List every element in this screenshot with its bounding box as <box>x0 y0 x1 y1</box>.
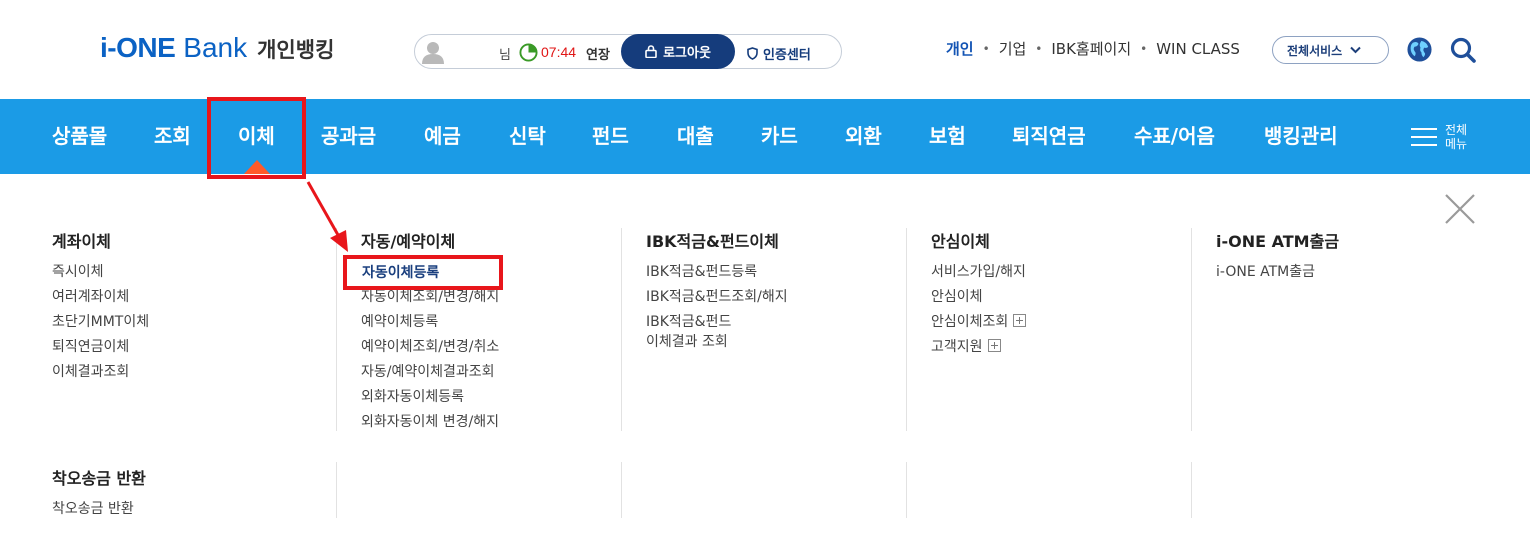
menu-link-ione-atm-withdrawal[interactable]: i-ONE ATM출금 <box>1216 260 1315 285</box>
menu-link-savings-fund-manage[interactable]: IBK적금&펀드조회/해지 <box>646 285 788 310</box>
logo-personal-banking-text: 개인뱅킹 <box>257 38 335 62</box>
menu-heading-ibk-savings-fund-transfer[interactable]: IBK적금&펀드이체 <box>646 228 779 252</box>
user-avatar-icon <box>422 42 444 64</box>
search-icon[interactable] <box>1449 36 1477 64</box>
gnb-item-retirement-pension[interactable]: 퇴직연금 <box>1012 120 1086 149</box>
menu-heading-auto-scheduled-transfer[interactable]: 자동/예약이체 <box>361 228 455 252</box>
timer-icon <box>519 43 538 62</box>
menu-link-scheduled-transfer-manage[interactable]: 예약이체조회/변경/취소 <box>361 335 499 360</box>
customer-support-label: 고객지원 <box>931 339 983 355</box>
menu-link-transfer-result[interactable]: 이체결과조회 <box>52 360 129 385</box>
menu-link-mmt-transfer[interactable]: 초단기MMT이체 <box>52 310 149 335</box>
extend-session-button[interactable]: 연장 <box>586 44 610 63</box>
top-link-business[interactable]: 기업 <box>999 38 1027 59</box>
menu-link-instant-transfer[interactable]: 즉시이체 <box>52 260 104 285</box>
top-bar: i-ONE Bank 개인뱅킹 님 07:44 연장 로그아웃 인증센터 개인 … <box>0 0 1530 99</box>
safe-transfer-inquiry-label: 안심이체조회 <box>931 314 1009 330</box>
menu-heading-mistaken-remittance-return[interactable]: 착오송금 반환 <box>52 465 146 489</box>
menu-heading-account-transfer[interactable]: 계좌이체 <box>52 228 111 252</box>
shield-icon <box>747 47 758 60</box>
user-suffix: 님 <box>499 48 511 63</box>
gnb-item-deposit[interactable]: 예금 <box>424 120 461 149</box>
hamburger-icon <box>1411 127 1437 147</box>
menu-link-safe-transfer[interactable]: 안심이체 <box>931 285 983 310</box>
menu-link-savings-fund-register[interactable]: IBK적금&펀드등록 <box>646 260 757 285</box>
gnb-item-checks-bills[interactable]: 수표/어음 <box>1134 120 1215 149</box>
menu-link-safe-transfer-inquiry[interactable]: 안심이체조회 <box>931 310 1027 335</box>
all-menu-label: 전체 메뉴 <box>1445 123 1468 151</box>
ione-bank-logo[interactable]: i-ONE Bank 개인뱅킹 <box>100 32 334 64</box>
top-link-personal[interactable]: 개인 <box>946 38 974 59</box>
menu-link-savings-fund-result-line2[interactable]: 이체결과 조회 <box>646 330 728 355</box>
all-menu-button[interactable]: 전체 메뉴 <box>1411 123 1473 151</box>
transfer-tab-highlight-box <box>207 97 306 179</box>
menu-link-fx-auto-transfer-manage[interactable]: 외화자동이체 변경/해지 <box>361 410 499 435</box>
menu-link-service-join-cancel[interactable]: 서비스가입/해지 <box>931 260 1026 285</box>
expand-plus-icon[interactable] <box>987 339 1001 352</box>
gnb-item-fund[interactable]: 펀드 <box>592 120 629 149</box>
column-divider <box>1191 228 1192 431</box>
gnb-item-banking-management[interactable]: 뱅킹관리 <box>1264 120 1338 149</box>
highlighted-menu-link-auto-transfer-register[interactable]: 자동이체등록 <box>362 262 440 282</box>
menu-link-mistaken-remittance-return[interactable]: 착오송금 반환 <box>52 497 134 522</box>
globe-icon[interactable] <box>1406 36 1433 63</box>
column-divider <box>621 228 622 431</box>
logo-ione-text: i-ONE <box>100 32 176 63</box>
gnb-item-utility-bills[interactable]: 공과금 <box>321 120 376 149</box>
column-divider <box>1191 462 1192 518</box>
gnb-item-product-mall[interactable]: 상품몰 <box>52 120 107 149</box>
column-divider <box>336 462 337 518</box>
menu-heading-ione-atm-withdrawal[interactable]: i-ONE ATM출금 <box>1216 228 1339 252</box>
session-box: 님 07:44 연장 로그아웃 인증센터 <box>414 34 842 69</box>
logout-label: 로그아웃 <box>663 46 711 61</box>
chevron-down-icon <box>1350 46 1361 54</box>
menu-heading-safe-transfer[interactable]: 안심이체 <box>931 228 990 252</box>
top-links: 개인 • 기업 • IBK홈페이지 • WIN CLASS <box>946 38 1240 59</box>
separator-dot: • <box>982 41 990 56</box>
all-services-label: 전체서비스 <box>1287 43 1343 58</box>
separator-dot: • <box>1140 41 1148 56</box>
menu-link-customer-support[interactable]: 고객지원 <box>931 335 1001 360</box>
gnb-item-inquiry[interactable]: 조회 <box>154 120 191 149</box>
menu-link-multi-account-transfer[interactable]: 여러계좌이체 <box>52 285 129 310</box>
gnb-item-card[interactable]: 카드 <box>761 120 798 149</box>
cert-center-button[interactable]: 인증센터 <box>747 44 811 63</box>
session-timer: 07:44 <box>541 44 577 60</box>
close-icon[interactable] <box>1444 193 1476 225</box>
gnb-item-insurance[interactable]: 보험 <box>929 120 966 149</box>
lock-icon <box>645 45 657 58</box>
menu-link-pension-transfer[interactable]: 퇴직연금이체 <box>52 335 129 360</box>
gnb-item-loan[interactable]: 대출 <box>677 120 714 149</box>
column-divider <box>621 462 622 518</box>
column-divider <box>906 462 907 518</box>
all-services-dropdown[interactable]: 전체서비스 <box>1272 36 1389 64</box>
expand-plus-icon[interactable] <box>1013 314 1027 327</box>
logo-bank-text: Bank <box>183 32 248 63</box>
logout-button[interactable]: 로그아웃 <box>621 34 735 69</box>
menu-link-fx-auto-transfer-register[interactable]: 외화자동이체등록 <box>361 385 464 410</box>
cert-center-label: 인증센터 <box>763 48 811 63</box>
column-divider <box>906 228 907 431</box>
gnb-item-trust[interactable]: 신탁 <box>509 120 546 149</box>
menu-link-scheduled-transfer-register[interactable]: 예약이체등록 <box>361 310 438 335</box>
annotation-arrow-icon <box>306 181 348 252</box>
gnb-item-foreign-exchange[interactable]: 외환 <box>845 120 882 149</box>
menu-link-auto-scheduled-result[interactable]: 자동/예약이체결과조회 <box>361 360 495 385</box>
column-divider <box>336 228 337 431</box>
separator-dot: • <box>1035 41 1043 56</box>
top-link-win-class[interactable]: WIN CLASS <box>1156 40 1240 58</box>
top-link-ibk-homepage[interactable]: IBK홈페이지 <box>1051 38 1131 59</box>
